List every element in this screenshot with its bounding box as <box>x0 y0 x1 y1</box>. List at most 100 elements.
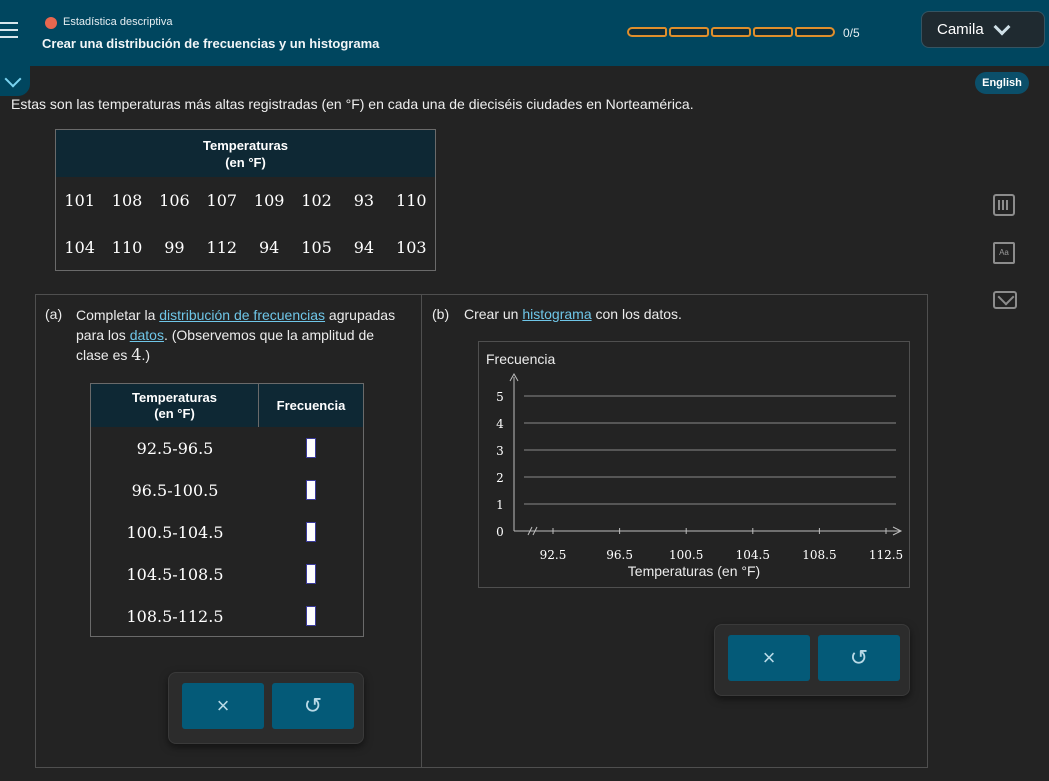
table-row: 108.5-112.5 <box>91 595 363 637</box>
data-table-header: Temperaturas (en °F) <box>56 130 435 177</box>
language-button[interactable]: English <box>975 72 1029 94</box>
top-bar: Estadística descriptiva Crear una distri… <box>0 0 1049 66</box>
data-cell: 94 <box>259 238 280 257</box>
data-cell: 93 <box>353 191 375 210</box>
frequency-distribution-link[interactable]: distribución de frecuencias <box>159 307 325 323</box>
frequency-input[interactable] <box>306 438 316 458</box>
data-cell: 110 <box>111 238 143 257</box>
temperature-data-table: Temperaturas (en °F) 101 108 106 107 109… <box>55 129 436 271</box>
undo-icon: ↺ <box>303 693 323 718</box>
undo-button[interactable]: ↺ <box>272 683 354 729</box>
data-cell: 104 <box>64 238 95 257</box>
course-status-dot <box>45 17 57 29</box>
temperature-column-title: Temperaturas <box>131 389 217 405</box>
histogram-chart[interactable]: 0 1 2 3 4 5 92.5 96.5 100.5 104.5 108.5 112.5 <box>478 341 910 588</box>
x-tick-label: 92.5 <box>540 548 567 562</box>
part-a-text: Completar la <box>76 307 160 323</box>
progress-segment <box>627 27 667 37</box>
data-cell: 105 <box>301 238 332 257</box>
data-cell: 107 <box>206 191 238 210</box>
data-cell: 99 <box>164 238 185 257</box>
user-menu-button[interactable]: Camila <box>921 11 1045 48</box>
undo-icon: ↺ <box>849 645 869 670</box>
calculator-icon[interactable] <box>993 194 1015 216</box>
table-row: 100.5-104.5 <box>91 511 363 553</box>
progress-segment <box>669 27 709 37</box>
frequency-table-header: Temperaturas (en °F) Frecuencia <box>91 384 363 427</box>
x-tick-label: 100.5 <box>669 548 703 562</box>
part-a-text: .) <box>141 347 150 363</box>
data-cell: 112 <box>206 238 238 257</box>
part-a-instructions: Completar la distribución de frecuencias… <box>76 306 396 366</box>
class-range: 108.5-112.5 <box>126 606 224 626</box>
progress-segment <box>711 27 751 37</box>
chevron-down-icon <box>993 18 1011 35</box>
undo-button[interactable]: ↺ <box>818 635 900 681</box>
data-cell: 102 <box>301 191 332 210</box>
dictionary-icon[interactable]: Aa <box>993 242 1015 264</box>
data-cell: 94 <box>353 238 375 257</box>
y-tick-label: 5 <box>496 390 504 404</box>
frequency-input[interactable] <box>306 480 316 500</box>
frequency-input[interactable] <box>306 522 316 542</box>
y-tick-label: 2 <box>496 471 504 485</box>
progress-segment <box>753 27 793 37</box>
temperature-column-header: Temperaturas (en °F) <box>91 384 259 427</box>
clear-button[interactable]: × <box>728 635 810 681</box>
frequency-table: Temperaturas (en °F) Frecuencia 92.5-96.5… <box>90 383 364 637</box>
class-range: 96.5-100.5 <box>131 480 219 500</box>
histogram-link[interactable]: histograma <box>522 306 591 322</box>
collapse-header-button[interactable] <box>0 66 30 96</box>
lesson-title: Crear una distribución de frecuencias y … <box>42 36 380 51</box>
y-tick-label: 4 <box>496 417 504 431</box>
progress-count: 0/5 <box>843 26 860 40</box>
data-link[interactable]: datos <box>130 327 164 343</box>
y-tick-label: 0 <box>496 525 504 539</box>
class-range: 100.5-104.5 <box>126 522 224 542</box>
chevron-down-icon <box>4 70 22 88</box>
data-cell: 103 <box>396 238 427 257</box>
data-cell: 101 <box>64 191 95 210</box>
data-table-header-title: Temperaturas <box>202 138 288 153</box>
table-row: 92.5-96.5 <box>91 427 363 469</box>
y-tick-label: 1 <box>496 498 504 512</box>
frequency-input[interactable] <box>306 564 316 584</box>
x-tick-label: 96.5 <box>606 548 633 562</box>
y-tick-label: 3 <box>496 444 504 458</box>
data-table-row: 104 110 99 112 94 105 94 103 <box>56 224 435 271</box>
close-icon: × <box>216 693 230 718</box>
close-icon: × <box>762 645 776 670</box>
part-b-text: con los datos. <box>591 306 682 322</box>
data-table-header-unit: (en °F) <box>225 155 266 170</box>
part-a-button-tray: × ↺ <box>168 672 364 744</box>
part-b-text: Crear un <box>464 306 523 322</box>
class-width-value: 4 <box>131 345 142 364</box>
part-b-button-tray: × ↺ <box>714 624 910 696</box>
frequency-column-header: Frecuencia <box>276 397 346 413</box>
data-cell: 106 <box>159 191 190 210</box>
course-name: Estadística descriptiva <box>63 16 173 28</box>
message-icon[interactable] <box>993 291 1017 309</box>
x-tick-label: 108.5 <box>802 548 836 562</box>
progress-bar <box>627 27 835 37</box>
data-cell: 109 <box>253 191 285 210</box>
panel-divider <box>421 294 422 768</box>
clear-button[interactable]: × <box>182 683 264 729</box>
table-row: 104.5-108.5 <box>91 553 363 595</box>
problem-intro: Estas son las temperaturas más altas reg… <box>11 96 694 112</box>
table-row: 96.5-100.5 <box>91 469 363 511</box>
class-range: 104.5-108.5 <box>126 564 224 584</box>
data-cell: 110 <box>396 191 427 210</box>
part-a-label: (a) <box>45 306 63 322</box>
menu-icon[interactable] <box>0 22 18 40</box>
part-b-label: (b) <box>432 306 450 322</box>
temperature-column-unit: (en °F) <box>154 405 195 421</box>
x-tick-label: 112.5 <box>869 548 903 562</box>
x-tick-label: 104.5 <box>736 548 770 562</box>
part-b-instructions: Crear un histograma con los datos. <box>464 306 682 322</box>
frequency-input[interactable] <box>306 606 316 626</box>
class-range: 92.5-96.5 <box>136 438 214 458</box>
x-axis-label: Temperaturas (en °F) <box>627 563 761 579</box>
progress-segment <box>795 27 835 37</box>
data-cell: 108 <box>111 191 143 210</box>
